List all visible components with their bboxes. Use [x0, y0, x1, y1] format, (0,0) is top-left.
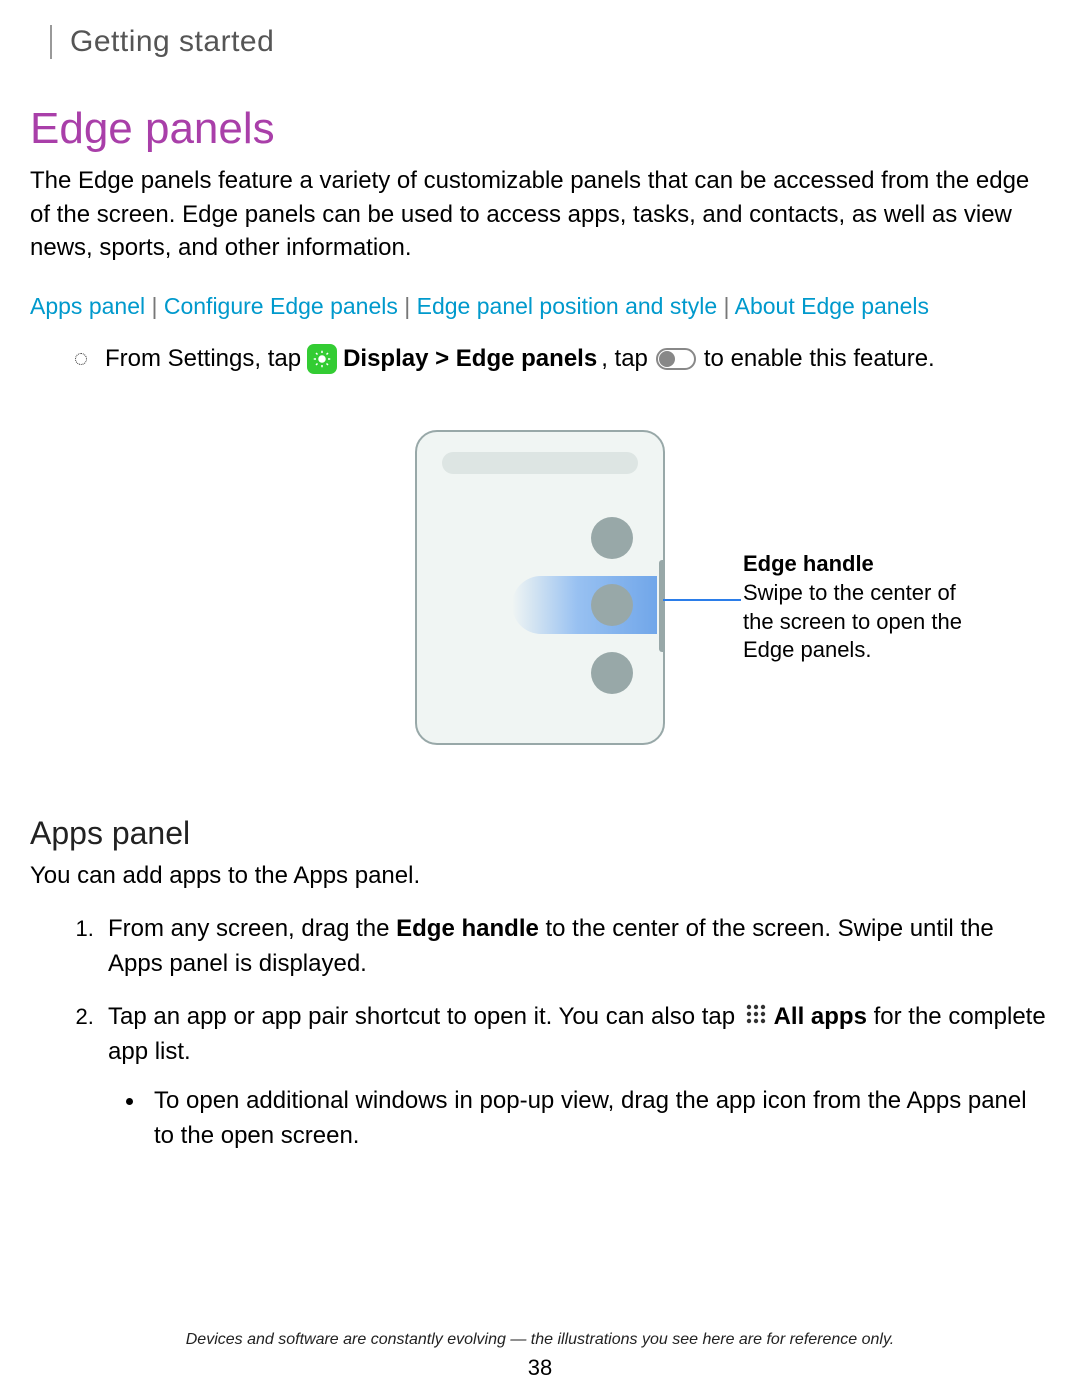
breadcrumb: Getting started — [50, 25, 1050, 59]
breadcrumb-text: Getting started — [70, 25, 1050, 59]
apps-panel-intro: You can add apps to the Apps panel. — [30, 862, 1050, 890]
step-text-post: to enable this feature. — [704, 342, 935, 376]
toggle-off-icon — [656, 348, 696, 370]
apps-panel-heading: Apps panel — [30, 815, 1050, 852]
callout-title: Edge handle — [743, 551, 874, 576]
phone-statusbar — [442, 452, 639, 474]
link-edge-position[interactable]: Edge panel position and style — [417, 293, 718, 319]
enable-instruction: From Settings, tap Display > Edge panels… — [30, 342, 1050, 376]
app-dot-icon — [591, 652, 633, 694]
section-links: Apps panel | Configure Edge panels | Edg… — [30, 293, 1050, 320]
link-separator: | — [724, 293, 735, 319]
link-separator: | — [404, 293, 416, 319]
bullet-icon — [75, 353, 87, 365]
app-dot-icon — [591, 517, 633, 559]
link-configure-edge[interactable]: Configure Edge panels — [164, 293, 398, 319]
display-settings-icon — [307, 344, 337, 374]
step-text-pre: From Settings, tap — [105, 342, 301, 376]
intro-paragraph: The Edge panels feature a variety of cus… — [30, 164, 1050, 265]
page-title: Edge panels — [30, 104, 1050, 154]
link-about-edge[interactable]: About Edge panels — [735, 293, 929, 319]
phone-frame — [415, 430, 665, 745]
step-text-mid: , tap — [601, 342, 648, 376]
all-apps-grid-icon — [746, 1000, 766, 1035]
footer-note: Devices and software are constantly evol… — [0, 1331, 1080, 1349]
callout-body: Swipe to the center of the screen to ope… — [743, 580, 962, 662]
steps-list: From any screen, drag the Edge handle to… — [30, 912, 1050, 1153]
step-2: Tap an app or app pair shortcut to open … — [100, 1000, 1050, 1153]
edge-handle-icon — [659, 560, 665, 652]
callout-line-icon — [663, 598, 741, 602]
illustration: Edge handle Swipe to the center of the s… — [30, 430, 1050, 745]
sub-list: To open additional windows in pop-up vie… — [108, 1084, 1050, 1154]
link-separator: | — [151, 293, 163, 319]
step-text-bold: Display > Edge panels — [343, 342, 597, 376]
page-number: 38 — [0, 1355, 1080, 1381]
link-apps-panel[interactable]: Apps panel — [30, 293, 145, 319]
step-1: From any screen, drag the Edge handle to… — [100, 912, 1050, 982]
swipe-gesture-icon — [512, 576, 657, 634]
sub-step: To open additional windows in pop-up vie… — [146, 1084, 1050, 1154]
callout: Edge handle Swipe to the center of the s… — [743, 550, 963, 664]
